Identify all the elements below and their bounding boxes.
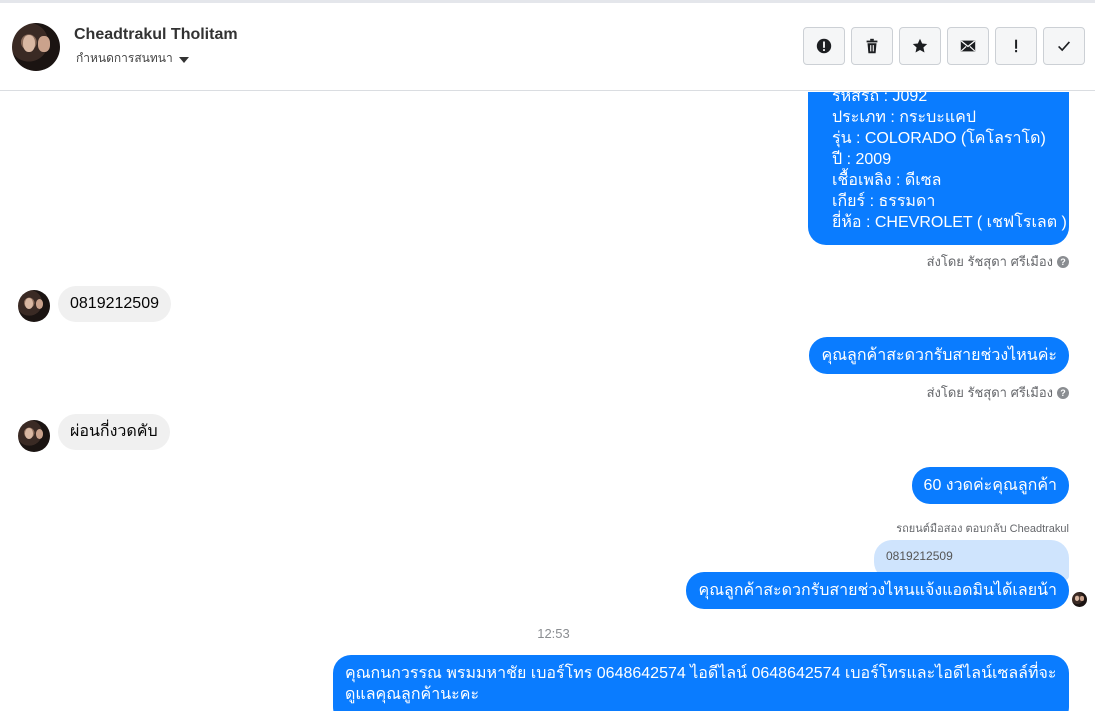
car-line: เชื้อเพลิง : ดีเซล [832,172,942,189]
car-line: เกียร์ : ธรรมดา [832,193,936,210]
car-info-message: รหัสรถ : J092 ประเภท : กระบะแคป รุ่น : C… [808,92,1069,245]
star-button[interactable] [899,27,941,65]
car-line: รุ่น : COLORADO (โคโลราโด) [832,130,1046,147]
contact-avatar[interactable] [12,23,60,71]
outgoing-message: คุณลูกค้าสะดวกรับสายช่วงไหนค่ะ [809,337,1069,374]
caret-down-icon [178,56,189,63]
car-line: ยี่ห้อ : CHEVROLET ( เชฟโรเลต ) [832,214,1067,231]
outgoing-reply-message: คุณลูกค้าสะดวกรับสายช่วงไหนแจ้งแอดมินได้… [686,572,1069,609]
help-icon[interactable]: ? [1057,255,1069,268]
car-line: ปี : 2009 [832,151,892,168]
exclamation-icon [1015,39,1018,53]
important-button[interactable] [995,27,1037,65]
sender-avatar[interactable] [18,420,50,452]
conversation-header: Cheadtrakul Tholitam กำหนดการสนทนา [0,3,1095,91]
message-thread[interactable]: รหัสรถ : J092 ประเภท : กระบะแคป รุ่น : C… [0,92,1095,711]
conversation-menu[interactable]: กำหนดการสนทนา [76,49,189,68]
check-icon [1058,41,1071,52]
car-line: ประเภท : กระบะแคป [832,109,977,126]
timestamp: 12:53 [537,626,570,641]
delete-button[interactable] [851,27,893,65]
seen-avatar [1072,592,1087,607]
sent-by-text: ส่งโดย รัชสุดา ศรีเมือง [926,385,1053,400]
sent-by-label: ส่งโดย รัชสุดา ศรีเมือง ? [927,251,1069,272]
reply-context-label: รถยนต์มือสอง ตอบกลับ Cheadtrakul [896,523,1069,535]
car-line: รหัสรถ : J092 [832,92,928,105]
toolbar [803,27,1085,65]
conversation-menu-label: กำหนดการสนทนา [76,51,173,65]
star-icon [912,38,928,53]
sent-by-label: ส่งโดย รัชสุดา ศรีเมือง ? [927,382,1069,403]
incoming-message: 0819212509 [58,286,171,322]
mark-unread-button[interactable] [947,27,989,65]
outgoing-message-long: คุณกนกวรรณ พรมมหาชัย เบอร์โทร 0648642574… [333,655,1069,711]
contact-name[interactable]: Cheadtrakul Tholitam [74,26,238,44]
help-icon[interactable]: ? [1057,386,1069,399]
sent-by-text: ส่งโดย รัชสุดา ศรีเมือง [926,254,1053,269]
report-icon [816,38,832,54]
done-button[interactable] [1043,27,1085,65]
mail-icon [960,40,976,52]
incoming-message: ผ่อนกี่งวดคับ [58,414,170,450]
report-button[interactable] [803,27,845,65]
trash-icon [866,38,878,54]
outgoing-message: 60 งวดค่ะคุณลูกค้า [911,467,1069,504]
sender-avatar[interactable] [18,290,50,322]
